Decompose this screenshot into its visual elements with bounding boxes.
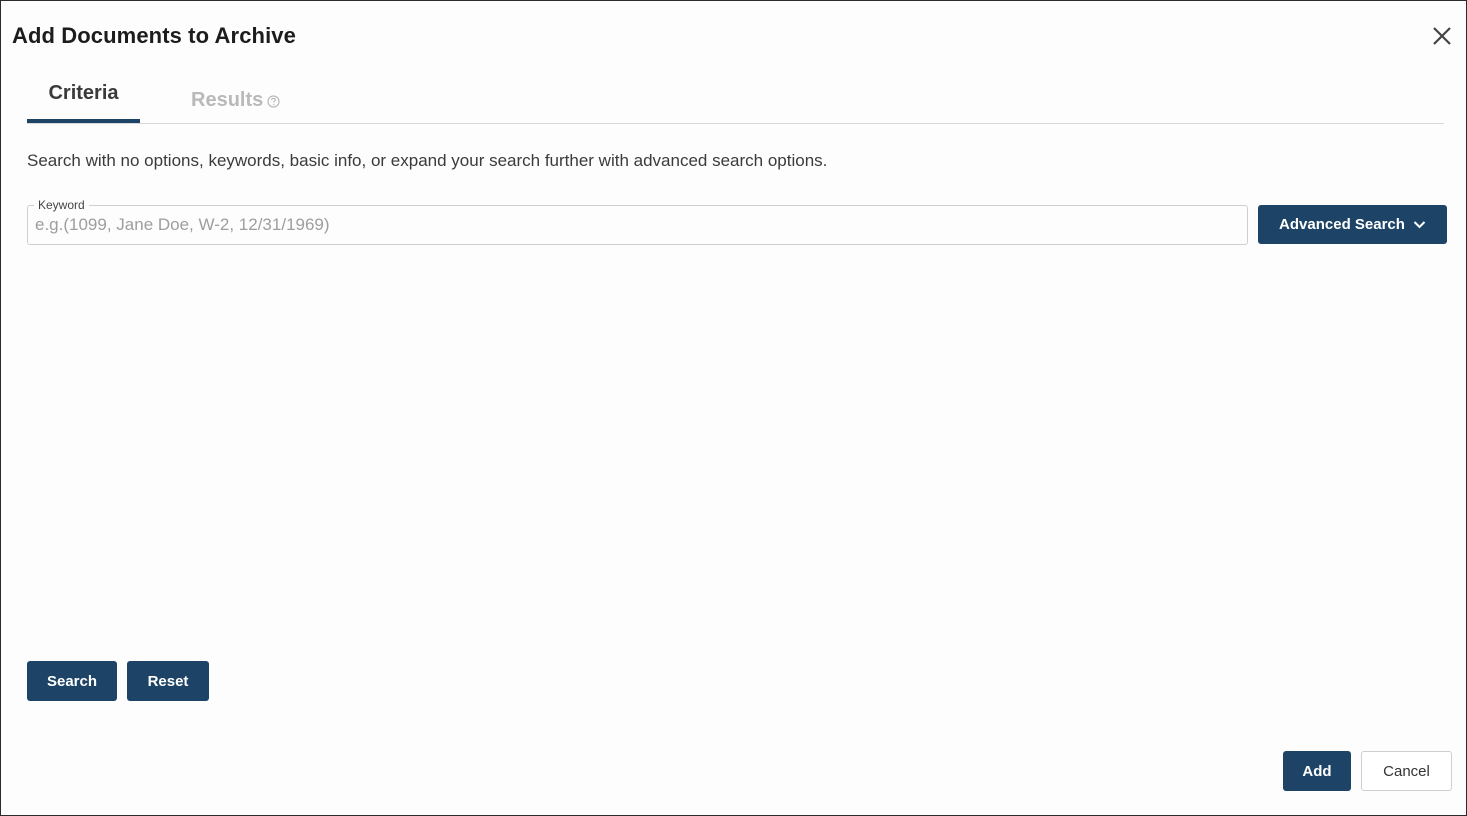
tab-results[interactable]: Results: [191, 75, 311, 122]
add-documents-dialog: Add Documents to Archive Criteria Result…: [0, 0, 1467, 816]
tab-results-label: Results: [191, 89, 264, 111]
search-button[interactable]: Search: [27, 661, 117, 701]
close-button[interactable]: [1429, 25, 1455, 51]
keyword-input[interactable]: [35, 206, 1235, 244]
tab-criteria-label: Criteria: [48, 82, 119, 104]
search-description: Search with no options, keywords, basic …: [27, 151, 828, 170]
cancel-button[interactable]: Cancel: [1361, 751, 1452, 791]
advanced-search-label: Advanced Search: [1279, 216, 1405, 233]
chevron-down-icon: [1413, 220, 1426, 229]
reset-button[interactable]: Reset: [127, 661, 209, 701]
advanced-search-button[interactable]: Advanced Search: [1258, 205, 1447, 244]
close-icon: [1431, 25, 1453, 52]
tab-criteria[interactable]: Criteria: [27, 75, 140, 123]
tab-bar: Criteria Results: [27, 75, 1444, 124]
dialog-title: Add Documents to Archive: [12, 23, 296, 48]
keyword-field: Keyword: [27, 198, 1248, 245]
add-button[interactable]: Add: [1283, 751, 1351, 791]
help-circle-icon[interactable]: [267, 95, 280, 108]
